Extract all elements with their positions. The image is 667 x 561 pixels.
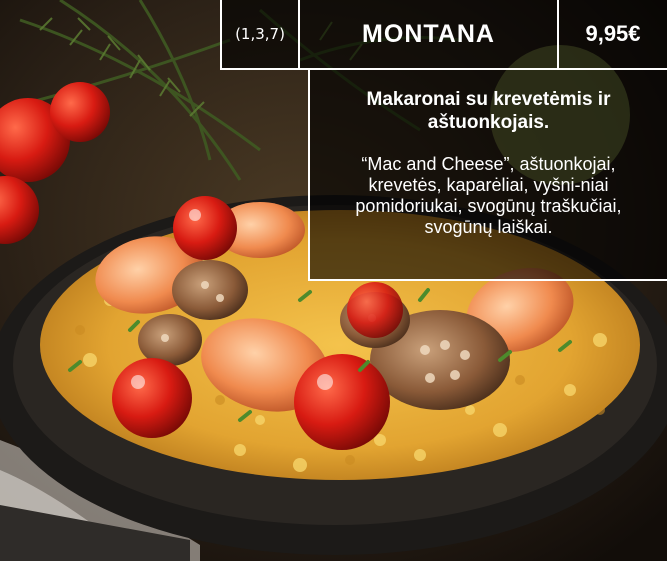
dish-description-box: Makaronai su krevetėmis ir aštuonkojais.… — [308, 70, 667, 281]
allergen-codes: (1,3,7) — [220, 0, 298, 68]
dish-ingredients: “Mac and Cheese”, aštuonkojai, krevetės,… — [355, 154, 622, 237]
dish-price: 9,95€ — [585, 21, 641, 46]
dish-title: Makaronai su krevetėmis ir aštuonkojais. — [366, 89, 611, 133]
menu-header: (1,3,7) MONTANA 9,95€ — [220, 0, 667, 70]
dish-name: MONTANA — [298, 0, 559, 68]
